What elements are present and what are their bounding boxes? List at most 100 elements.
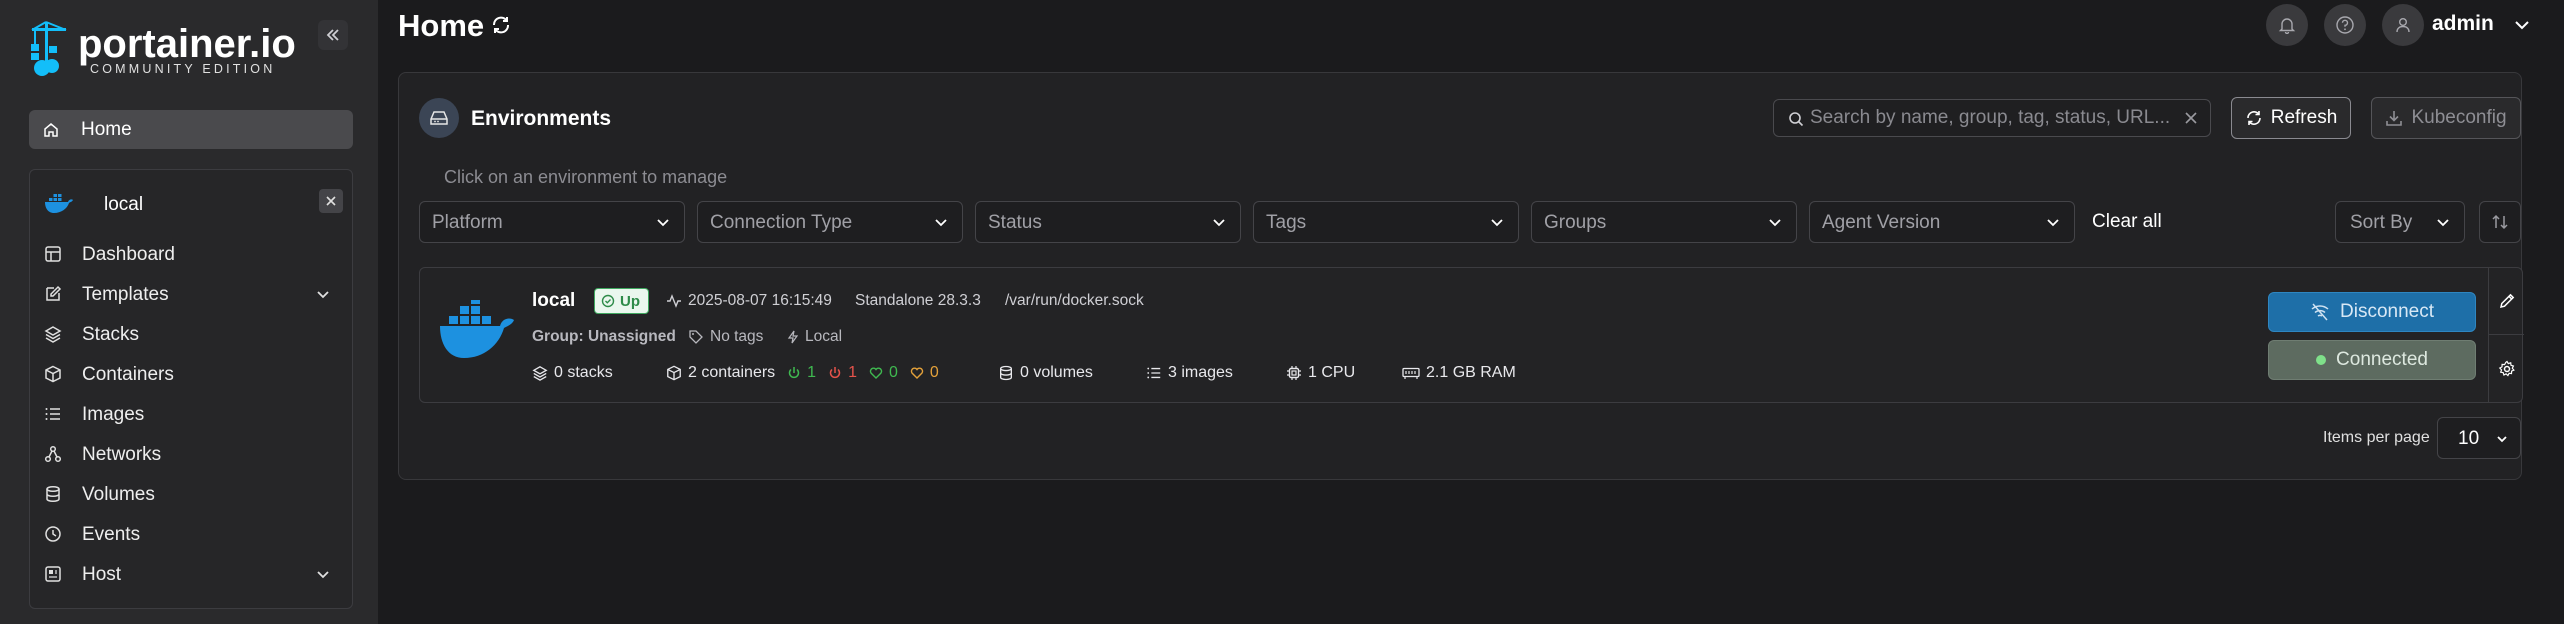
link-icon <box>787 330 799 344</box>
filter-tags[interactable]: Tags <box>1253 201 1519 243</box>
connected-status-button[interactable]: Connected <box>2268 340 2476 380</box>
filter-label: Tags <box>1266 212 1307 233</box>
user-icon <box>2396 18 2410 33</box>
stopped-count: 1 <box>848 364 857 381</box>
sidebar-item-host[interactable]: Host <box>44 559 344 589</box>
clear-search-icon[interactable] <box>2184 111 2198 125</box>
user-avatar[interactable] <box>2382 4 2424 46</box>
templates-icon <box>46 285 62 301</box>
environment-card[interactable]: local Up 2025-08-07 16:15:49 Standalone … <box>419 267 2524 403</box>
sidebar-item-networks[interactable]: Networks <box>44 439 344 469</box>
check-circle-icon <box>601 294 615 308</box>
filter-status[interactable]: Status <box>975 201 1241 243</box>
edit-environment-button[interactable] <box>2489 268 2524 335</box>
refresh-button[interactable]: Refresh <box>2231 97 2351 139</box>
environment-url-text: /var/run/docker.sock <box>1005 292 1144 309</box>
filter-agent-version[interactable]: Agent Version <box>1809 201 2075 243</box>
sidebar-item-home[interactable]: Home <box>29 110 353 149</box>
filter-groups[interactable]: Groups <box>1531 201 1797 243</box>
sidebar-item-events[interactable]: Events <box>44 519 344 549</box>
environment-settings-button[interactable] <box>2489 335 2524 402</box>
environment-name: local <box>104 194 144 215</box>
download-icon <box>2386 111 2403 126</box>
help-icon <box>2336 16 2354 34</box>
connected-dot-icon <box>2316 355 2327 365</box>
kubeconfig-button[interactable]: Kubeconfig <box>2371 97 2521 139</box>
docker-icon <box>440 300 514 358</box>
environment-nav-panel: local Dashboard Templates Stacks Contain… <box>29 169 353 609</box>
double-chevron-left-icon <box>326 29 339 41</box>
heartbeat-timestamp: 2025-08-07 16:15:49 <box>688 292 832 309</box>
gear-icon <box>2498 360 2515 376</box>
containers-count: 2 containers 1 1 0 0 <box>666 364 939 382</box>
heart-icon <box>869 367 883 379</box>
containers-icon <box>45 365 61 383</box>
filter-label: Status <box>988 212 1042 233</box>
sidebar: portainer.io COMMUNITY EDITION Home loca… <box>0 0 378 624</box>
docker-icon <box>45 194 73 213</box>
chevron-down-icon <box>935 219 947 227</box>
tag-icon <box>689 330 703 344</box>
close-icon <box>326 196 336 206</box>
unhealthy-count: 0 <box>929 364 939 381</box>
sidebar-item-stacks[interactable]: Stacks <box>44 319 344 349</box>
healthy-count: 0 <box>888 364 898 381</box>
environment-connection: Local <box>787 328 842 346</box>
sidebar-item-templates[interactable]: Templates <box>44 279 344 309</box>
sidebar-item-containers[interactable]: Containers <box>44 359 344 389</box>
environments-icon <box>419 98 459 138</box>
sidebar-item-label: Templates <box>82 284 169 305</box>
environments-panel: Environments Refresh Kubeconfig Click on… <box>398 72 2524 480</box>
filter-platform[interactable]: Platform <box>419 201 685 243</box>
chevron-down-icon <box>317 291 329 299</box>
sidebar-item-label: Images <box>82 404 145 425</box>
chevron-down-icon <box>1491 219 1503 227</box>
power-off-icon <box>829 367 841 379</box>
refresh-icon <box>2246 111 2261 125</box>
filter-connection-type[interactable]: Connection Type <box>697 201 963 243</box>
sort-by-select[interactable]: Sort By <box>2335 201 2465 243</box>
filter-label: Groups <box>1544 212 1607 233</box>
sidebar-item-label: Networks <box>82 444 162 465</box>
bell-icon <box>2278 18 2296 34</box>
close-environment-button[interactable] <box>319 189 343 213</box>
images-icon <box>45 408 60 420</box>
search-input[interactable] <box>1810 100 2170 136</box>
hard-drive-icon <box>430 111 448 125</box>
ram-amount-text: 2.1 GB RAM <box>1426 364 1516 381</box>
portainer-crane-icon <box>31 21 67 76</box>
sidebar-item-dashboard[interactable]: Dashboard <box>44 239 344 269</box>
environment-card-name: local <box>532 290 576 311</box>
activity-icon <box>667 294 681 308</box>
sort-order-button[interactable] <box>2479 201 2521 243</box>
wifi-off-icon <box>2311 303 2329 321</box>
ram-amount: 2.1 GB RAM <box>1402 364 1516 382</box>
environment-group-text: Group: Unassigned <box>532 328 676 345</box>
sort-arrows-icon <box>2492 214 2508 230</box>
notifications-button[interactable] <box>2266 4 2308 46</box>
disconnect-button[interactable]: Disconnect <box>2268 292 2476 332</box>
events-icon <box>45 526 61 542</box>
containers-icon <box>667 365 681 381</box>
user-menu-name[interactable]: admin <box>2432 12 2494 36</box>
stacks-count: 0 stacks <box>532 364 613 382</box>
portainer-logo[interactable]: portainer.io COMMUNITY EDITION <box>28 20 298 80</box>
brand-edition: COMMUNITY EDITION <box>90 62 276 76</box>
sidebar-item-label: Dashboard <box>82 244 175 265</box>
page-refresh-button[interactable] <box>490 14 512 36</box>
sidebar-item-images[interactable]: Images <box>44 399 344 429</box>
cpu-icon <box>1287 366 1301 380</box>
heart-warning-icon <box>910 367 924 379</box>
sidebar-item-volumes[interactable]: Volumes <box>44 479 344 509</box>
clear-all-filters-link[interactable]: Clear all <box>2092 211 2162 233</box>
items-per-page-select[interactable]: 10 <box>2437 417 2521 459</box>
heartbeat-meta: 2025-08-07 16:15:49 <box>666 292 832 310</box>
page-title: Home <box>398 8 485 43</box>
collapse-sidebar-button[interactable] <box>318 20 348 50</box>
chevron-down-icon[interactable] <box>2514 18 2530 32</box>
environment-connection-text: Local <box>805 328 843 345</box>
refresh-icon <box>493 16 509 34</box>
networks-icon <box>44 445 62 463</box>
help-button[interactable] <box>2324 4 2366 46</box>
memory-icon <box>1402 367 1420 379</box>
